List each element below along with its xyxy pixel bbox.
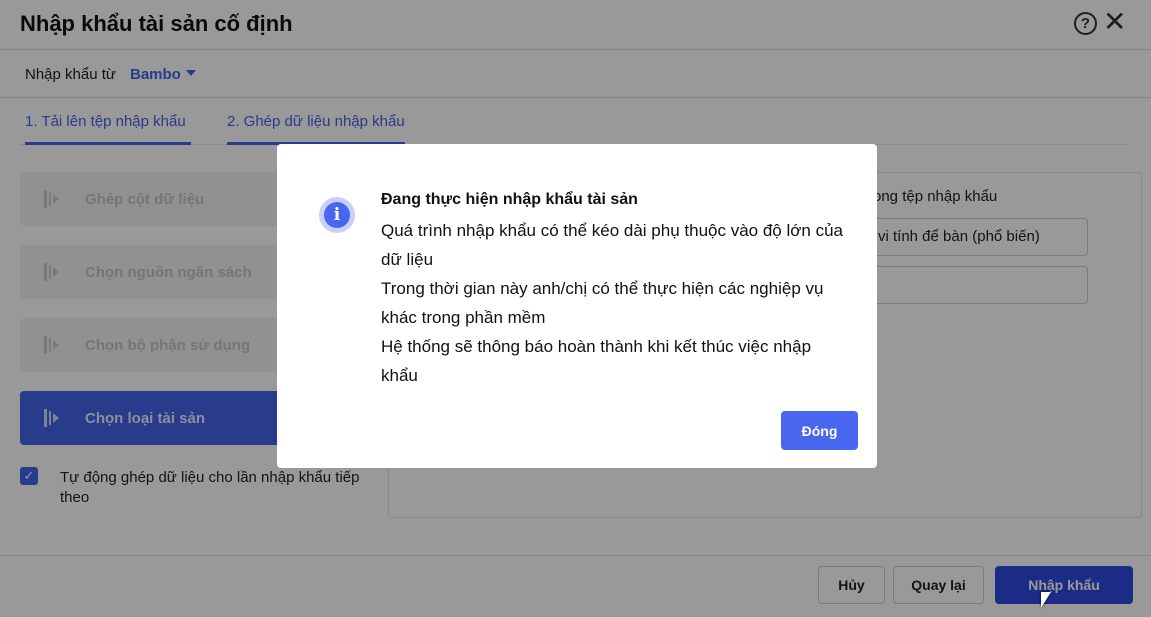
modal-title: Đang thực hiện nhập khẩu tài sản (381, 191, 638, 208)
mouse-cursor-icon (1041, 592, 1051, 608)
modal-line: Quá trình nhập khẩu có thể kéo dài phụ t… (381, 221, 843, 269)
close-modal-button[interactable]: Đóng (781, 411, 858, 450)
info-icon: i (319, 197, 355, 233)
modal-line: Hệ thống sẽ thông báo hoàn thành khi kết… (381, 337, 812, 385)
modal-line: Trong thời gian này anh/chị có thể thực … (381, 279, 824, 327)
modal-message: Quá trình nhập khẩu có thể kéo dài phụ t… (381, 216, 851, 390)
import-progress-modal: i Đang thực hiện nhập khẩu tài sản Quá t… (277, 144, 877, 468)
